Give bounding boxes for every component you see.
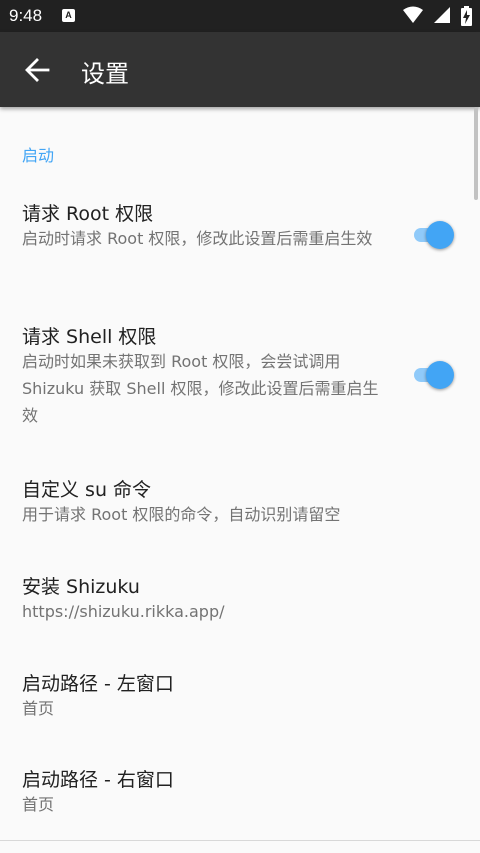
setting-summary: 首页 — [22, 795, 55, 814]
setting-launch-path-left[interactable]: 启动路径 - 左窗口 首页 — [0, 666, 480, 726]
status-time: 9:48 — [9, 6, 43, 25]
signal-icon — [433, 7, 450, 23]
setting-title: 请求 Shell 权限 — [22, 326, 157, 348]
setting-summary: 首页 — [22, 699, 55, 718]
setting-summary: 启动时如果未获取到 Root 权限，会尝试调用 Shizuku 获取 Shell… — [22, 352, 379, 425]
notification-icon: A — [62, 9, 75, 22]
setting-title: 启动路径 - 左窗口 — [22, 673, 174, 695]
setting-title: 自定义 su 命令 — [22, 479, 152, 501]
shell-permission-toggle[interactable] — [412, 360, 454, 390]
section-header-startup: 启动 — [22, 146, 55, 165]
setting-request-shell[interactable]: 请求 Shell 权限 启动时如果未获取到 Root 权限，会尝试调用 Shiz… — [0, 318, 480, 438]
setting-summary: 启动时请求 Root 权限，修改此设置后需重启生效 — [22, 229, 373, 248]
back-button[interactable] — [24, 57, 50, 83]
arrow-left-icon — [25, 58, 50, 82]
setting-launch-path-right[interactable]: 启动路径 - 右窗口 首页 — [0, 762, 480, 822]
page-title: 设置 — [81, 60, 129, 88]
status-bar: 9:48 A — [0, 0, 480, 32]
setting-summary: https://shizuku.rikka.app/ — [22, 602, 225, 621]
app-bar: 设置 — [0, 32, 480, 107]
toggle-thumb — [426, 361, 454, 389]
toggle-thumb — [426, 221, 454, 249]
setting-title: 安装 Shizuku — [22, 576, 140, 598]
root-permission-toggle[interactable] — [412, 220, 454, 250]
setting-install-shizuku[interactable]: 安装 Shizuku https://shizuku.rikka.app/ — [0, 569, 480, 629]
wifi-icon — [402, 6, 423, 23]
setting-summary: 用于请求 Root 权限的命令，自动识别请留空 — [22, 505, 341, 524]
scrollbar[interactable] — [474, 107, 478, 200]
setting-request-root[interactable]: 请求 Root 权限 启动时请求 Root 权限，修改此设置后需重启生效 — [0, 193, 480, 283]
status-icons — [397, 6, 472, 26]
battery-charging-icon — [461, 6, 472, 26]
setting-title: 启动路径 - 右窗口 — [22, 769, 174, 791]
settings-list[interactable]: 启动 请求 Root 权限 启动时请求 Root 权限，修改此设置后需重启生效 … — [0, 107, 480, 840]
setting-title: 请求 Root 权限 — [22, 203, 154, 225]
setting-custom-su[interactable]: 自定义 su 命令 用于请求 Root 权限的命令，自动识别请留空 — [0, 472, 480, 532]
bottom-divider — [0, 840, 480, 841]
